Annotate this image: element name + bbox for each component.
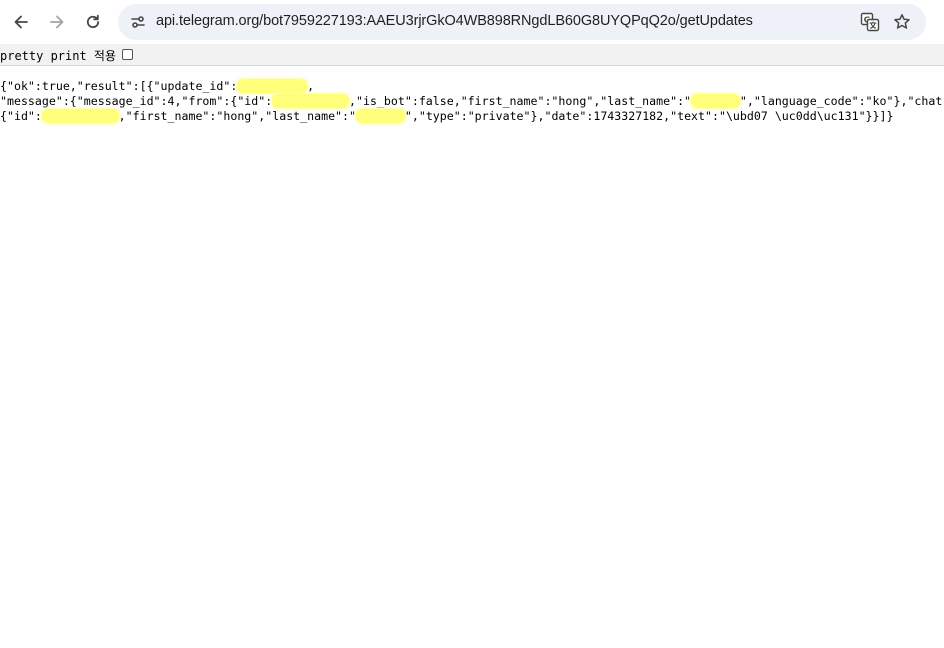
- bookmark-star-button[interactable]: [890, 10, 914, 34]
- json-text: ,"is_bot":false,"first_name":"hong","las…: [349, 94, 692, 108]
- json-text: {"id":: [0, 109, 42, 123]
- pretty-print-checkbox[interactable]: [122, 49, 133, 60]
- url-text[interactable]: api.telegram.org/bot7959227193:AAEU3rjrG…: [156, 13, 753, 29]
- redaction-highlight: [691, 94, 740, 108]
- json-text: ","language_code":"ko"},"chat":: [739, 94, 944, 108]
- pretty-print-label: pretty print 적용: [0, 49, 117, 63]
- back-button[interactable]: [5, 6, 37, 38]
- json-text: ","type":"private"},"date":1743327182,"t…: [404, 109, 894, 123]
- json-line: "message":{"message_id":4,"from":{"id": …: [0, 94, 944, 109]
- json-text: "message":{"message_id":4,"from":{"id":: [0, 94, 273, 108]
- reload-icon: [86, 14, 100, 28]
- site-info-button[interactable]: [126, 10, 150, 34]
- forward-arrow-icon: [50, 15, 64, 29]
- pretty-print-bar: pretty print 적용: [0, 44, 944, 66]
- back-arrow-icon: [14, 15, 28, 29]
- reload-button[interactable]: [77, 6, 109, 38]
- redaction-highlight: [272, 94, 350, 108]
- redaction-highlight: [237, 79, 308, 93]
- json-text: {"ok":true,"result":[{"update_id":: [0, 79, 238, 93]
- json-line: {"ok":true,"result":[{"update_id": ,: [0, 79, 944, 94]
- translate-button[interactable]: G: [858, 10, 882, 34]
- site-info-icon: [131, 16, 145, 28]
- translate-icon: G: [860, 12, 880, 32]
- redaction-highlight: [356, 109, 405, 123]
- json-response-body: {"ok":true,"result":[{"update_id": , "mes…: [0, 79, 944, 124]
- json-text: ,"first_name":"hong","last_name":": [118, 109, 356, 123]
- json-text: ,: [307, 79, 315, 93]
- json-line: {"id": ,"first_name":"hong","last_name":…: [0, 109, 944, 124]
- star-icon: [894, 14, 910, 29]
- redaction-highlight: [41, 109, 119, 123]
- address-bar[interactable]: api.telegram.org/bot7959227193:AAEU3rjrG…: [118, 4, 926, 40]
- browser-toolbar: api.telegram.org/bot7959227193:AAEU3rjrG…: [0, 0, 944, 44]
- forward-button[interactable]: [41, 6, 73, 38]
